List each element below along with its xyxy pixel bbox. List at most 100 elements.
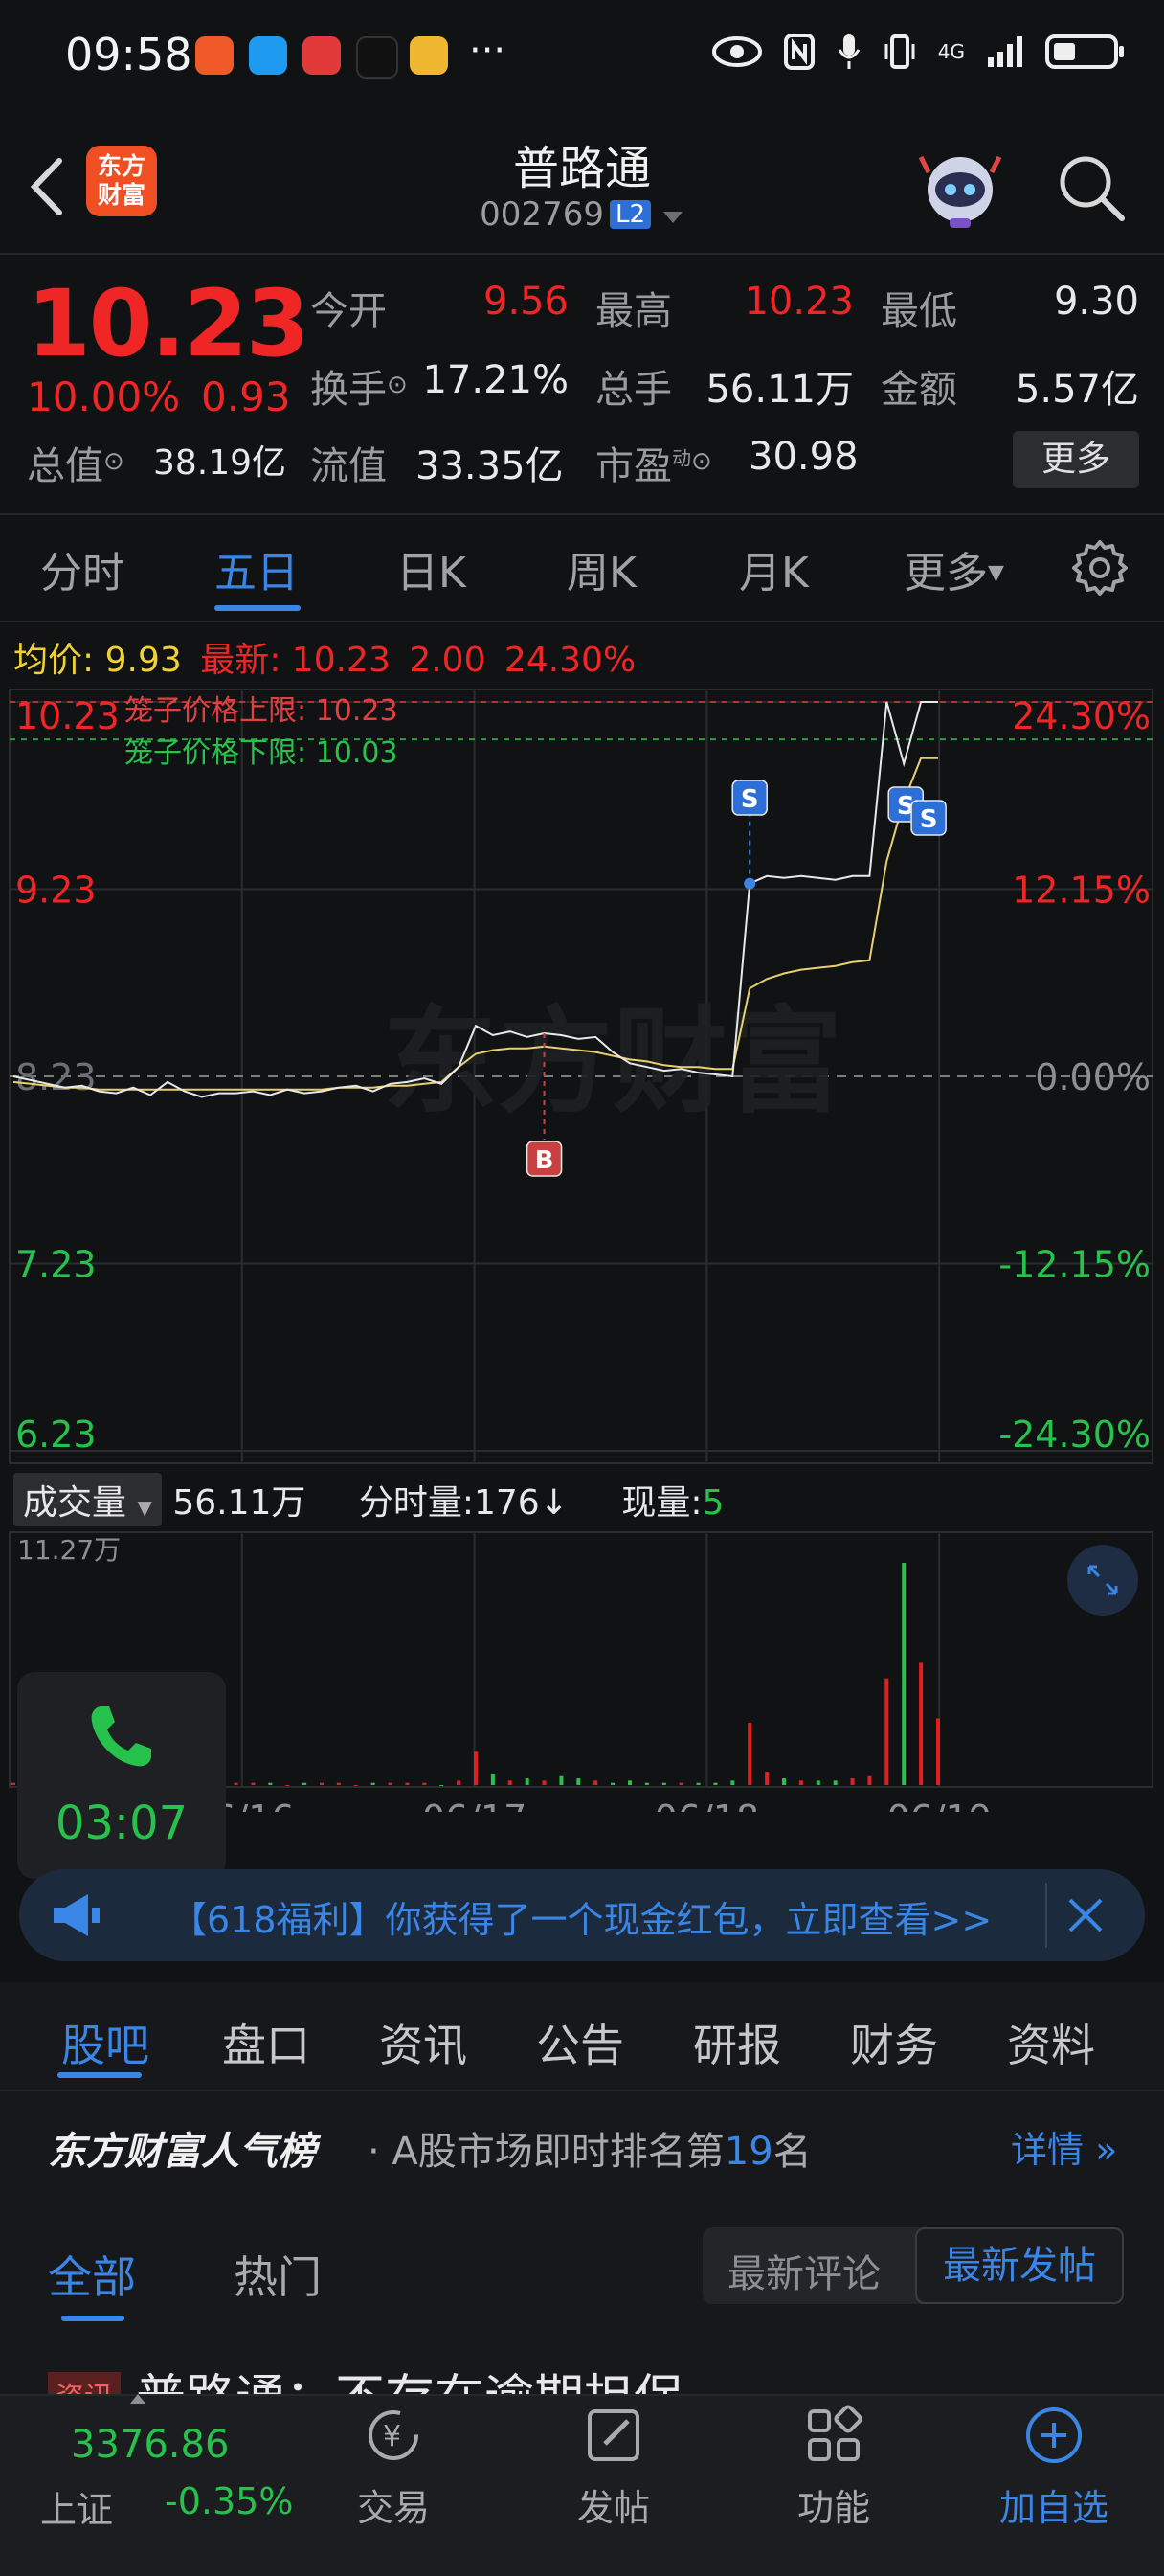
subtab-all[interactable]: 全部	[48, 2243, 136, 2306]
volume-bar	[713, 1782, 718, 1785]
tab-announcements[interactable]: 公告	[536, 2011, 624, 2074]
cage-lower-label: 笼子价格下限: 10.03	[124, 736, 398, 770]
volume-bar	[353, 1785, 358, 1786]
nav-functions[interactable]: 功能	[762, 2402, 906, 2531]
tab-daily-k[interactable]: 日K	[396, 538, 466, 599]
tab-weekly-k[interactable]: 周K	[567, 538, 637, 599]
volume-bar	[782, 1778, 786, 1785]
volume-bar	[507, 1780, 512, 1785]
promo-banner[interactable]: 【618福利】你获得了一个现金红包，立即查看>>	[19, 1869, 1145, 1961]
nav-add-watchlist[interactable]: 加自选	[982, 2402, 1126, 2531]
five-day-chart[interactable]: 东方财富 10.23 9.23 8.23 7.23 6.23 24.30% 12.15% 0.…	[0, 682, 1164, 1812]
svg-text:¥: ¥	[383, 2420, 401, 2453]
chevron-down-icon	[662, 212, 683, 223]
close-icon[interactable]	[1059, 1888, 1112, 1942]
chat-app-icon	[249, 36, 287, 75]
tab-monthly-k[interactable]: 月K	[739, 538, 809, 599]
period-volume-value: 176↓	[473, 1483, 569, 1523]
volume-bar	[644, 1782, 649, 1785]
chart-grid	[9, 689, 1153, 1788]
tab-intraday[interactable]: 分时	[40, 538, 124, 599]
details-link[interactable]: 详情 »	[1011, 2120, 1117, 2173]
tiktok-app-icon	[356, 36, 398, 79]
nav-post-label: 发帖	[576, 2487, 650, 2529]
turnover-label[interactable]: 换手⊙	[310, 358, 408, 414]
volume-bar	[559, 1775, 564, 1785]
chart-summary: 均价: 9.93 最新: 10.23 2.00 24.30%	[13, 632, 636, 682]
volume-bar	[850, 1778, 855, 1785]
current-volume-value: 5	[702, 1483, 725, 1523]
volume-bar	[457, 1780, 461, 1785]
call-duration: 03:07	[55, 1796, 189, 1850]
volume-bar	[679, 1782, 683, 1785]
volume-bar	[268, 1782, 273, 1785]
index-value[interactable]: 3376.86	[71, 2423, 229, 2467]
volume-bar	[748, 1723, 752, 1785]
vibrate-icon	[884, 34, 915, 69]
change-value: 2.00	[409, 641, 486, 680]
volume-bar	[439, 1785, 444, 1786]
volume-bar	[730, 1780, 735, 1785]
trade-icon: ¥	[369, 2410, 418, 2460]
y-label-right: -12.15%	[998, 1244, 1151, 1286]
tab-more[interactable]: 更多▼	[904, 538, 1004, 599]
subtab-hot[interactable]: 热门	[234, 2243, 322, 2306]
plus-circle-icon	[1026, 2407, 1082, 2463]
volume-bar	[628, 1780, 632, 1785]
market-cap-label[interactable]: 总值⊙	[27, 435, 124, 490]
tab-research[interactable]: 研报	[693, 2011, 781, 2074]
caret-down-icon: ▼	[988, 561, 1004, 585]
nav-trade[interactable]: ¥ 交易	[322, 2402, 465, 2531]
high-label: 最高	[595, 289, 672, 333]
tab-financials[interactable]: 财务	[850, 2011, 938, 2074]
tab-news[interactable]: 资讯	[379, 2011, 467, 2074]
volume-bar	[919, 1662, 924, 1785]
y-label-right: 12.15%	[1012, 870, 1151, 912]
absolute-change: 0.93	[201, 373, 291, 420]
index-change[interactable]: -0.35%	[165, 2480, 293, 2522]
popularity-prefix: · A股市场即时排名第	[368, 2130, 725, 2174]
sort-latest-post[interactable]: 最新发帖	[915, 2227, 1124, 2304]
pe-label[interactable]: 市盈动⊙	[595, 435, 712, 490]
index-name[interactable]: 上证	[40, 2480, 113, 2533]
battery-icon	[1045, 34, 1124, 69]
phone-icon	[91, 1706, 151, 1767]
tab-five-day[interactable]: 五日	[214, 538, 299, 599]
caret-up-icon	[130, 2394, 146, 2404]
market-cap-label-text: 总值	[27, 444, 103, 488]
grid-icon	[808, 2405, 862, 2461]
y-label-left: 10.23	[15, 695, 120, 737]
y-label-right: 24.30%	[1012, 695, 1151, 737]
robot-assistant-icon[interactable]	[917, 144, 1003, 230]
x-axis-labels: 06/1606/1706/1806/19	[190, 1797, 992, 1812]
divider	[0, 2090, 1164, 2091]
current-price: 10.23	[27, 270, 310, 377]
expand-chart-icon[interactable]	[1066, 1544, 1139, 1616]
divider	[0, 253, 1164, 255]
volume-bar	[388, 1782, 392, 1785]
signal-icon	[988, 36, 1022, 67]
volume-indicator-dropdown[interactable]: 成交量 ▼	[13, 1473, 162, 1526]
y-label-right: -24.30%	[998, 1413, 1151, 1456]
call-floating-window[interactable]: 03:07	[17, 1672, 226, 1879]
tab-guba[interactable]: 股吧	[61, 2011, 149, 2074]
volume-bar	[422, 1782, 427, 1785]
more-quote-button[interactable]: 更多	[1013, 431, 1139, 488]
volume-bar	[234, 1782, 238, 1785]
search-icon[interactable]	[1053, 149, 1130, 226]
info-icon: ⊙	[691, 447, 712, 476]
sort-latest-comment[interactable]: 最新评论	[728, 2243, 881, 2298]
microphone-icon	[838, 34, 861, 69]
nav-post[interactable]: 发帖	[542, 2402, 685, 2531]
tab-profile[interactable]: 资料	[1007, 2011, 1095, 2074]
nav-functions-label: 功能	[796, 2487, 870, 2529]
gear-icon[interactable]	[1070, 538, 1130, 598]
sell-marker: S	[731, 780, 768, 816]
pe-value: 30.98	[749, 435, 859, 479]
volume-bar	[320, 1782, 324, 1785]
open-value: 9.56	[482, 280, 569, 324]
status-time: 09:58	[65, 29, 192, 80]
volume-bar	[593, 1780, 598, 1785]
popularity-text: · A股市场即时排名第19名	[368, 2120, 812, 2176]
tab-order-book[interactable]: 盘口	[222, 2011, 310, 2074]
